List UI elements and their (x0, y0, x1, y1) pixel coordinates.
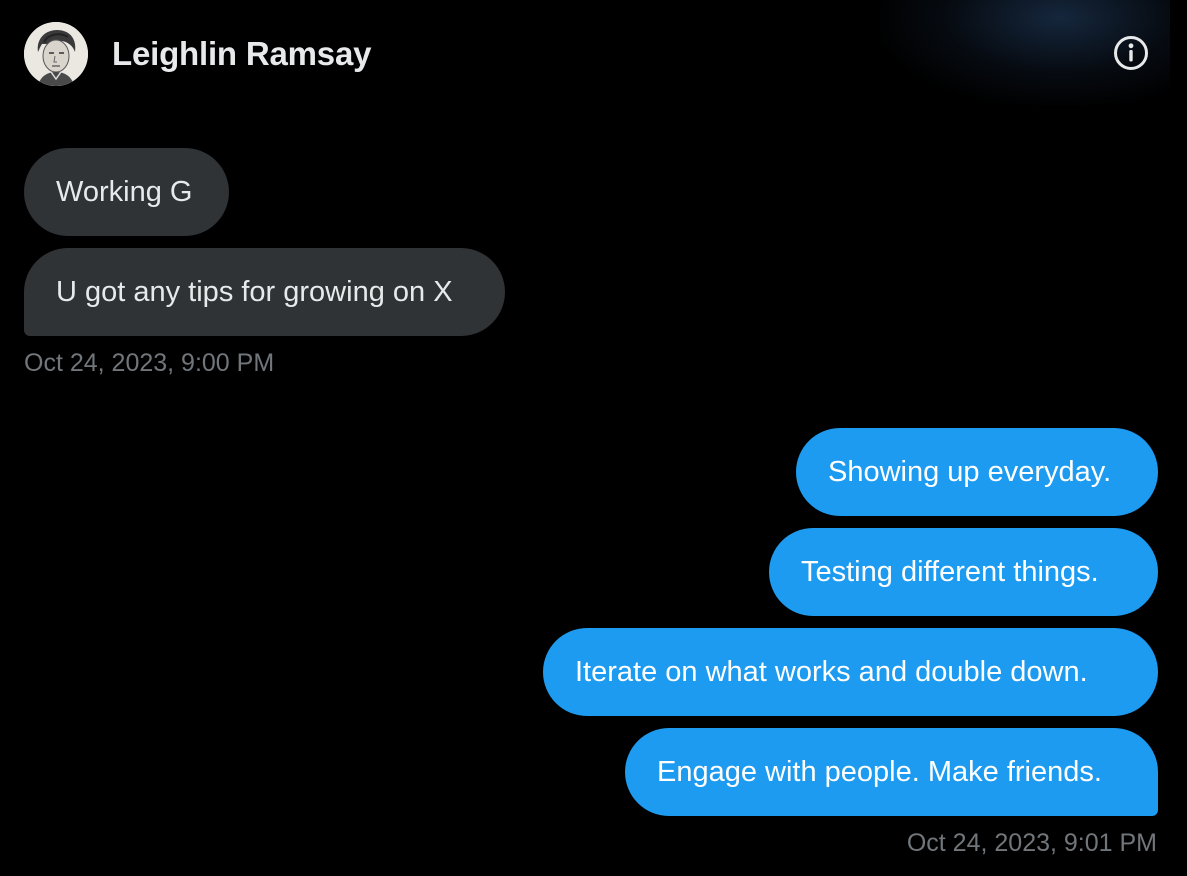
avatar[interactable] (24, 22, 88, 86)
sent-message[interactable]: Iterate on what works and double down. (543, 628, 1158, 716)
received-message[interactable]: Working G (24, 148, 229, 236)
user-avatar-sketch-icon (24, 22, 88, 86)
info-button[interactable] (1111, 33, 1151, 73)
sent-timestamp: Oct 24, 2023, 9:01 PM (906, 829, 1157, 857)
received-timestamp: Oct 24, 2023, 9:00 PM (24, 349, 275, 377)
contact-name[interactable]: Leighlin Ramsay (112, 34, 371, 74)
sent-message[interactable]: Engage with people. Make friends. (625, 728, 1158, 816)
info-circle-icon (1114, 36, 1148, 70)
sent-message[interactable]: Testing different things. (769, 528, 1158, 616)
conversation-header: Leighlin Ramsay (0, 0, 1187, 105)
sent-message[interactable]: Showing up everyday. (796, 428, 1158, 516)
received-message[interactable]: U got any tips for growing on X (24, 248, 505, 336)
